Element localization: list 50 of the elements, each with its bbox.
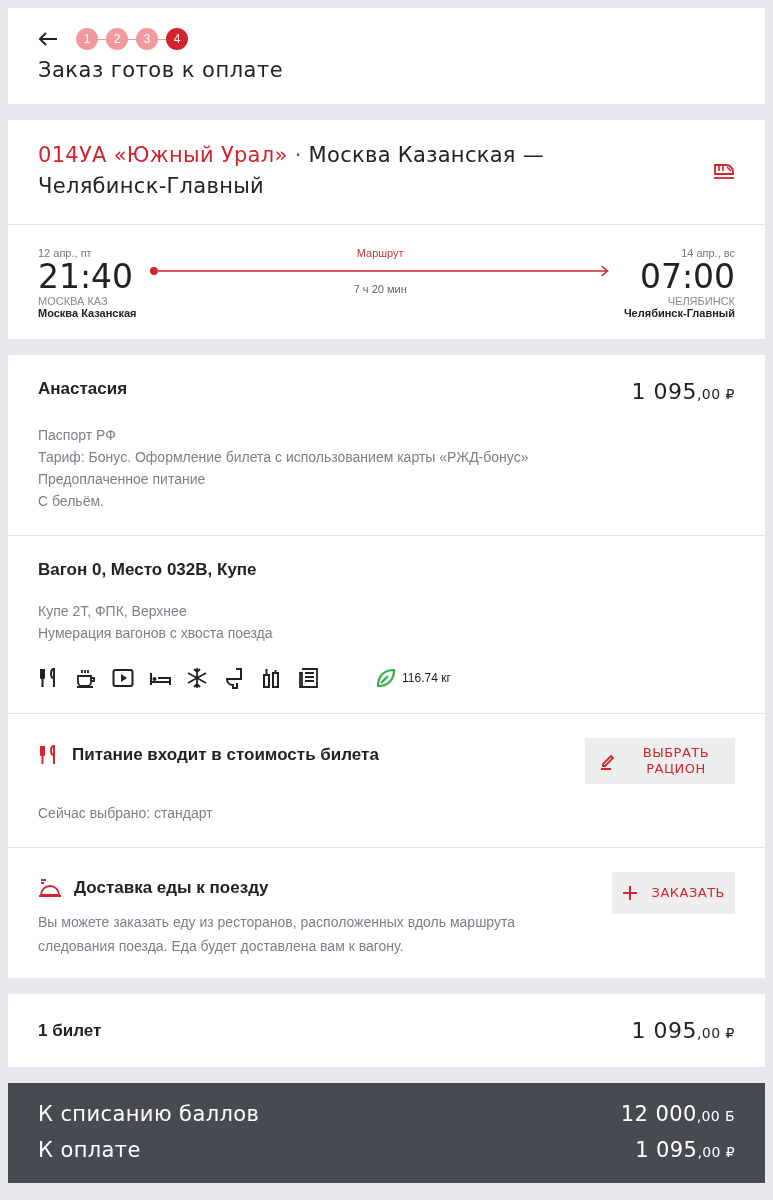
seat-title: Вагон 0, Место 032В, Купе bbox=[38, 560, 258, 580]
total-amount: 12 000,00 Б bbox=[620, 1101, 735, 1128]
ticket-detail: Предоплаченное питание bbox=[38, 470, 207, 489]
car-detail: Нумерация вагонов с хвоста поезда bbox=[38, 624, 274, 643]
order-button[interactable]: ЗАКАЗАТЬ bbox=[611, 872, 735, 914]
departure-date: 12 апр., пт bbox=[38, 247, 93, 259]
leaf-icon bbox=[376, 668, 396, 688]
departure-code: МОСКВА КАЗ bbox=[38, 295, 109, 307]
arrival-station: Челябинск-Главный bbox=[623, 307, 735, 319]
page-title: Заказ готов к оплате bbox=[38, 58, 285, 82]
meal-title: Питание входит в стоимость билета bbox=[72, 745, 379, 765]
arrival-time: 07:00 bbox=[639, 259, 735, 295]
step-indicator: 4 bbox=[166, 28, 188, 50]
total-label: К списанию баллов bbox=[38, 1101, 260, 1128]
arrival-date: 14 апр., вс bbox=[681, 247, 735, 259]
meal-selection: Сейчас выбрано: стандарт bbox=[38, 804, 214, 823]
step-indicator: 3 bbox=[136, 28, 158, 50]
total-amount: 1 095,00 ₽ bbox=[635, 1137, 735, 1164]
toilet-icon bbox=[223, 667, 245, 689]
plus-icon bbox=[621, 885, 638, 901]
arrival-code: ЧЕЛЯБИНСК bbox=[667, 295, 735, 307]
play-icon bbox=[112, 667, 134, 689]
co2-amount: 116.74 кг bbox=[402, 671, 451, 685]
delivery-description: Вы можете заказать еду из ресторанов, расположенных вдоль маршрута следования поезда. Еда будет доставлена вам к вагону. bbox=[38, 913, 517, 956]
departure-station: Москва Казанская bbox=[38, 307, 137, 319]
newspaper-icon bbox=[297, 667, 319, 689]
cloche-icon bbox=[38, 878, 62, 898]
train-icon bbox=[713, 162, 735, 180]
back-arrow-icon[interactable] bbox=[38, 32, 58, 46]
departure-time: 21:40 bbox=[38, 259, 135, 295]
car-detail: Купе 2Т, ФПК, Верхнее bbox=[38, 602, 188, 621]
ticket-detail: Паспорт РФ bbox=[38, 426, 117, 445]
choose-meal-button[interactable]: ВЫБРАТЬ РАЦИОН bbox=[585, 738, 735, 784]
train-title: 014УА «Южный Урал» · Москва Казанская — Челябинск-Главный bbox=[38, 142, 546, 200]
summary-price: 1 095,00 ₽ bbox=[631, 1018, 735, 1043]
trip-duration: 7 ч 20 мин bbox=[353, 283, 407, 295]
ticket-price: 1 095,00 ₽ bbox=[631, 379, 735, 404]
passenger-name: Анастасия bbox=[38, 379, 128, 399]
ticket-detail: С бельём. bbox=[38, 492, 105, 511]
step-indicator: 2 bbox=[106, 28, 128, 50]
snowflake-icon bbox=[186, 667, 208, 689]
ticket-detail: Тариф: Бонус. Оформление билета с использованием карты «РЖД-бонус» bbox=[38, 448, 530, 467]
cup-icon bbox=[75, 667, 97, 689]
pencil-icon bbox=[599, 752, 617, 770]
ticket-count: 1 билет bbox=[38, 1020, 102, 1041]
delivery-title: Доставка еды к поезду bbox=[74, 878, 269, 898]
total-label: К оплате bbox=[38, 1137, 141, 1164]
bottles-icon bbox=[260, 667, 282, 689]
route-link[interactable]: Маршрут bbox=[356, 247, 404, 259]
step-indicator: 1 bbox=[76, 28, 98, 50]
